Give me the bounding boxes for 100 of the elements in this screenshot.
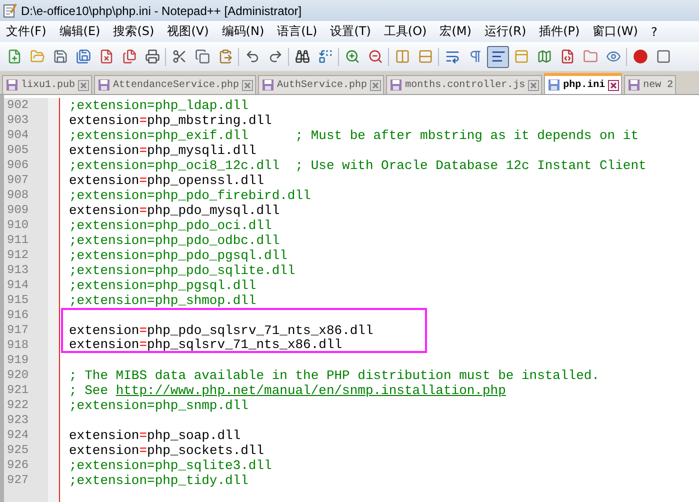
line-number: 924 xyxy=(6,428,30,443)
code-line: extension=php_mbstring.dll xyxy=(69,113,272,128)
line-number: 913 xyxy=(6,263,30,278)
code-line: extension=php_pdo_sqlsrv_71_nts_x86.dll xyxy=(69,323,374,338)
rows-icon xyxy=(418,49,432,64)
menu-item[interactable]: 运行(R) xyxy=(478,23,534,40)
line-number: 904 xyxy=(6,128,30,143)
folder-icon xyxy=(30,49,44,64)
line-number: 909 xyxy=(6,203,30,218)
record-icon xyxy=(632,49,648,64)
zoom-out-icon xyxy=(368,49,382,64)
menu-item[interactable]: 工具(O) xyxy=(378,23,434,40)
code-line: extension=php_openssl.dll xyxy=(69,173,264,188)
line-number: 921 xyxy=(6,383,30,398)
code-file-icon xyxy=(560,49,574,64)
binoculars-icon xyxy=(294,49,310,64)
new-file-icon xyxy=(6,49,22,64)
comment-line: ; The MIBS data available in the PHP distribution must be installed. xyxy=(69,368,600,383)
menu-item[interactable]: 搜索(S) xyxy=(107,23,162,40)
comment-line: ;extension=php_sqlite3.dll xyxy=(69,458,272,473)
notepad-icon xyxy=(3,3,17,18)
line-number: 911 xyxy=(6,233,30,248)
map-icon xyxy=(536,49,552,64)
comment-line: ;extension=php_shmop.dll xyxy=(69,293,256,308)
menu-item[interactable]: 插件(P) xyxy=(533,23,587,40)
line-number: 923 xyxy=(6,413,30,428)
menu-item[interactable]: 编码(N) xyxy=(216,23,272,40)
line-number: 919 xyxy=(6,353,30,368)
redo-icon xyxy=(268,49,282,64)
comment-line: ;extension=php_pdo_firebird.dll xyxy=(69,188,311,203)
folder-icon xyxy=(582,49,598,64)
menu-item[interactable]: 文件(F) xyxy=(0,23,54,40)
line-number: 920 xyxy=(6,368,30,383)
menu-item[interactable]: 设置(T) xyxy=(324,23,378,40)
copy-icon xyxy=(194,49,210,64)
code-line: extension=php_sockets.dll xyxy=(69,443,264,458)
code-line: extension=php_soap.dll xyxy=(69,428,241,443)
line-number: 910 xyxy=(6,218,30,233)
line-number: 907 xyxy=(6,173,30,188)
files-icon xyxy=(122,49,136,64)
line-number: 918 xyxy=(6,338,30,353)
zoom-in-icon xyxy=(344,49,360,64)
menu-item[interactable]: 宏(M) xyxy=(434,23,478,40)
comment-line: ;extension=php_pdo_pgsql.dll xyxy=(69,248,288,263)
code-line: extension=php_sqlsrv_71_nts_x86.dll xyxy=(69,337,342,352)
menu-item[interactable]: 语言(L) xyxy=(271,23,324,40)
line-number: 903 xyxy=(6,113,30,128)
window-title: D:\e-office10\php\php.ini - Notepad++ [Administrator] xyxy=(21,4,302,18)
menu-item[interactable]: ? xyxy=(644,24,664,38)
file-tab[interactable]: new 2 xyxy=(624,75,676,94)
menu-item[interactable]: 编辑(E) xyxy=(53,23,108,40)
stop-icon xyxy=(656,49,670,64)
file-tab[interactable]: months.controller.js xyxy=(386,75,542,94)
comment-line: ;extension=php_snmp.dll xyxy=(69,398,248,413)
panel-icon xyxy=(514,49,528,64)
menu-item[interactable]: 视图(V) xyxy=(161,23,216,40)
wrap-text-icon xyxy=(444,49,460,64)
code-line: extension=php_pdo_mysql.dll xyxy=(69,203,280,218)
comment-line: ;extension=php_pdo_oci.dll xyxy=(69,218,272,233)
line-number: 902 xyxy=(6,98,30,113)
close-icon[interactable] xyxy=(608,80,620,90)
code-line: extension=php_mysqli.dll xyxy=(69,143,256,158)
line-number: 912 xyxy=(6,248,30,263)
file-tab[interactable]: AttendanceService.php xyxy=(94,75,256,94)
toolbar-button[interactable] xyxy=(487,46,509,68)
comment-line: ;extension=php_oci8_12c.dll ; Use with Oracle Database 12c Instant Client xyxy=(69,158,646,173)
cut-icon xyxy=(172,49,186,64)
line-number: 905 xyxy=(6,143,30,158)
close-file-icon xyxy=(98,49,114,64)
print-icon xyxy=(144,49,160,64)
line-number: 906 xyxy=(6,158,30,173)
comment-line: ;extension=php_exif.dll ; Must be after mbstring as it depends on it xyxy=(69,128,638,143)
eye-icon xyxy=(606,49,620,64)
comment-line: ;extension=php_pdo_sqlite.dll xyxy=(69,263,296,278)
comment-line: ;extension=php_tidy.dll xyxy=(69,473,248,488)
line-number: 915 xyxy=(6,293,30,308)
save-all-icon xyxy=(76,49,90,64)
link[interactable]: http://www.php.net/manual/en/snmp.installation.php xyxy=(116,383,506,398)
line-number: 917 xyxy=(6,323,30,338)
comment-line: ;extension=php_ldap.dll xyxy=(69,98,248,113)
line-number: 925 xyxy=(6,443,30,458)
paste-icon xyxy=(218,49,232,64)
line-number: 908 xyxy=(6,188,30,203)
line-number: 914 xyxy=(6,278,30,293)
file-tab[interactable]: php.ini xyxy=(544,73,622,94)
undo-icon xyxy=(244,49,260,64)
file-tab[interactable]: lixu1.pub xyxy=(2,75,92,94)
save-icon xyxy=(52,49,68,64)
comment-line: ;extension=php_pgsql.dll xyxy=(69,278,256,293)
file-tab[interactable]: AuthService.php xyxy=(258,75,384,94)
comment-line: ;extension=php_pdo_odbc.dll xyxy=(69,233,280,248)
menu-item[interactable]: 窗口(W) xyxy=(586,23,645,40)
comment-line: ; See xyxy=(69,383,110,398)
pilcrow-icon xyxy=(468,49,482,64)
line-number: 916 xyxy=(6,308,30,323)
line-number: 927 xyxy=(6,473,30,488)
align-left-icon xyxy=(490,49,506,64)
columns-icon xyxy=(394,49,410,64)
line-number: 926 xyxy=(6,458,30,473)
replace-icon xyxy=(318,49,332,64)
